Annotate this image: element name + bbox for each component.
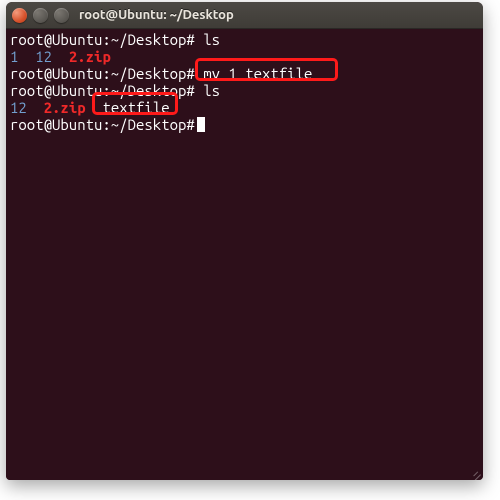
prompt: root@Ubuntu:~/Desktop# [10, 116, 195, 133]
ls-entry: textfile [102, 99, 169, 116]
ls-entry: 12 [10, 99, 27, 116]
close-icon[interactable] [12, 8, 27, 23]
prompt: root@Ubuntu:~/Desktop# [10, 65, 195, 82]
terminal-line: root@Ubuntu:~/Desktop# [10, 116, 479, 133]
prompt: root@Ubuntu:~/Desktop# [10, 31, 195, 48]
terminal-window: root@Ubuntu: ~/Desktop root@Ubuntu:~/Des… [6, 2, 483, 480]
cursor-icon [197, 117, 205, 132]
prompt: root@Ubuntu:~/Desktop# [10, 82, 195, 99]
maximize-icon[interactable] [54, 8, 69, 23]
terminal-body[interactable]: root@Ubuntu:~/Desktop# ls 1 12 2.zip roo… [6, 29, 483, 480]
ls-entry: 12 [35, 48, 52, 65]
command: ls [203, 82, 220, 99]
terminal-line: 1 12 2.zip [10, 48, 479, 65]
terminal-line: root@Ubuntu:~/Desktop# ls [10, 82, 479, 99]
resize-handle-icon[interactable] [467, 464, 481, 478]
window-title: root@Ubuntu: ~/Desktop [69, 8, 477, 22]
terminal-line: root@Ubuntu:~/Desktop# ls [10, 31, 479, 48]
terminal-line: 12 2.zip textfile [10, 99, 479, 116]
minimize-icon[interactable] [33, 8, 48, 23]
terminal-line: root@Ubuntu:~/Desktop# mv 1 textfile [10, 65, 479, 82]
ls-entry: 2.zip [69, 48, 111, 65]
titlebar[interactable]: root@Ubuntu: ~/Desktop [6, 2, 483, 29]
window-controls [12, 8, 69, 23]
command: mv 1 textfile [203, 65, 312, 82]
ls-entry: 1 [10, 48, 18, 65]
command: ls [203, 31, 220, 48]
ls-entry: 2.zip [44, 99, 86, 116]
